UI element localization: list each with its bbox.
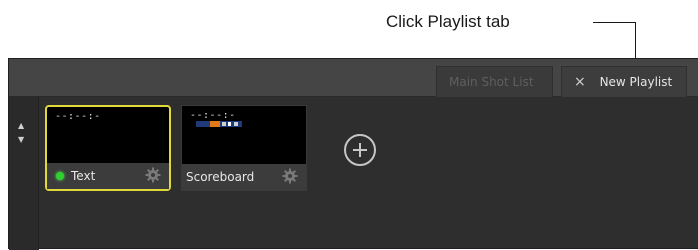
status-indicator-icon [56, 172, 64, 180]
callout-line-horizontal [593, 22, 636, 23]
card-label: Text [71, 169, 96, 183]
card-timecode: --:--:- [55, 111, 101, 122]
gear-icon[interactable] [282, 168, 298, 184]
scroll-controls: ▲ ▼ [9, 97, 39, 250]
playlist-card-text[interactable]: --:--:- Text [45, 105, 171, 191]
card-timecode: --:--:- [190, 110, 236, 121]
scoreboard-thumbnail-icon [196, 121, 242, 127]
card-label: Scoreboard [186, 170, 255, 184]
playlist-panel: Main Shot List × New Playlist ▲ ▼ --:--:… [8, 58, 698, 250]
instruction-callout: Click Playlist tab [386, 12, 510, 31]
card-footer: Text [47, 163, 169, 189]
playlist-card-scoreboard[interactable]: --:--:- Scoreboard [181, 105, 307, 191]
playlist-content: --:--:- Text --:--:- Scoreboard [39, 97, 698, 248]
gear-icon[interactable] [145, 167, 161, 183]
tab-main-shot-list[interactable]: Main Shot List [436, 66, 553, 97]
tab-label: Main Shot List [449, 75, 534, 89]
card-footer: Scoreboard [182, 164, 306, 190]
close-icon[interactable]: × [574, 74, 586, 90]
tab-new-playlist[interactable]: × New Playlist [561, 66, 687, 97]
scroll-down-arrow-icon[interactable]: ▼ [18, 135, 24, 144]
scroll-up-arrow-icon[interactable]: ▲ [18, 121, 24, 130]
add-item-button[interactable] [344, 134, 376, 166]
tab-label: New Playlist [599, 75, 673, 89]
tab-bar: Main Shot List × New Playlist [9, 59, 698, 97]
